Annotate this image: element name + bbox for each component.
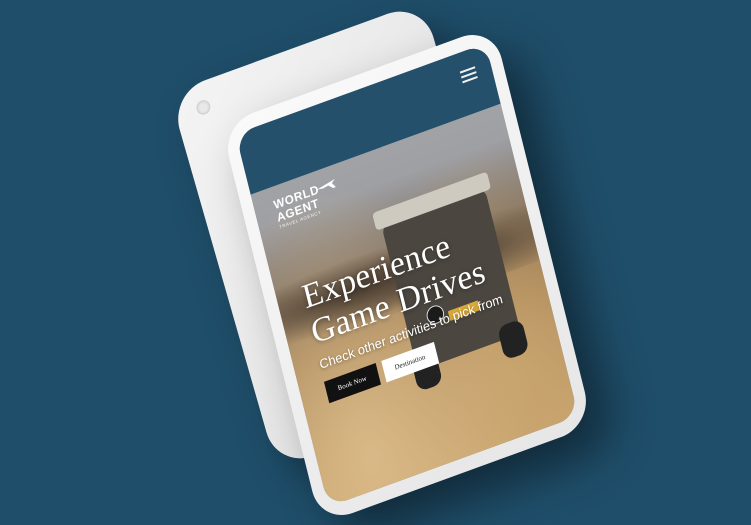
mockup-scene: WORLD AGENT TRAVEL AGENCY Experience Gam… [0,0,751,525]
hamburger-menu-icon[interactable] [459,66,478,84]
camera-icon [194,98,212,117]
